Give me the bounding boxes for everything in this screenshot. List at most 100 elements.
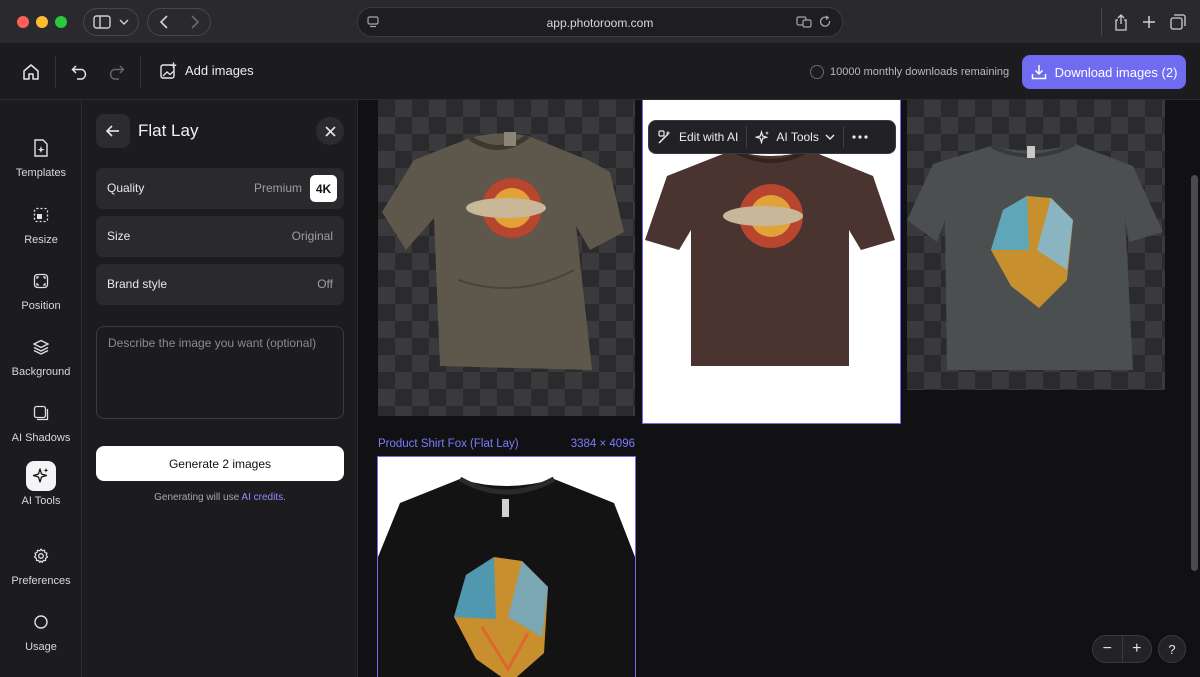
- magic-wand-icon: [658, 130, 671, 144]
- rail-label-position: Position: [21, 300, 61, 312]
- image-caption: Product Shirt Fox (Flat Lay) 3384 × 4096: [378, 438, 635, 450]
- sidebar-icon: [93, 15, 111, 29]
- rail-label-preferences: Preferences: [11, 575, 71, 587]
- undo-button[interactable]: [70, 62, 90, 82]
- downloads-remaining-text: 10000 monthly downloads remaining: [830, 66, 1010, 78]
- template-icon: [34, 139, 48, 157]
- new-tab-icon[interactable]: [1142, 15, 1156, 29]
- image-name: Product Shirt Fox (Flat Lay): [378, 438, 519, 450]
- resize-icon: [33, 207, 49, 223]
- back-nav-icon[interactable]: [159, 15, 169, 29]
- shadow-icon: [33, 405, 49, 421]
- tshirt-image: [382, 132, 624, 370]
- quality-row[interactable]: Quality Premium 4K: [96, 168, 344, 209]
- rail-item-resize[interactable]: Resize: [0, 200, 82, 246]
- rail-label-resize: Resize: [24, 234, 58, 246]
- more-options-button[interactable]: [852, 135, 868, 139]
- tshirt-image: [907, 142, 1163, 370]
- reload-icon[interactable]: [818, 15, 832, 29]
- history-nav: [147, 8, 211, 36]
- rail-label-templates: Templates: [15, 167, 67, 179]
- rail-label-ai-shadows: AI Shadows: [11, 432, 71, 444]
- rail-label-background: Background: [11, 366, 71, 378]
- share-icon[interactable]: [1114, 13, 1128, 31]
- close-icon: [324, 125, 336, 137]
- redo-button[interactable]: [106, 62, 126, 82]
- image-canvas: Product Shirt Fox (Flat Lay) 3384 × 4096…: [358, 100, 1200, 677]
- undo-icon: [71, 65, 87, 80]
- edit-with-ai-button[interactable]: Edit with AI: [657, 129, 738, 145]
- credits-suffix: .: [283, 492, 286, 503]
- arrow-left-icon: [106, 125, 119, 137]
- position-icon: [33, 273, 49, 289]
- rail-item-ai-tools[interactable]: AI Tools: [0, 461, 82, 507]
- rail-item-ai-shadows[interactable]: AI Shadows: [0, 398, 82, 444]
- minimize-window-button[interactable]: [36, 16, 48, 28]
- redo-icon: [109, 65, 125, 80]
- tab-overview-icon[interactable]: [1170, 14, 1186, 30]
- rail-item-position[interactable]: Position: [0, 266, 82, 312]
- edit-with-ai-label: Edit with AI: [679, 130, 739, 144]
- url-text: app.photoroom.com: [546, 16, 654, 30]
- brand-style-value: Off: [317, 277, 333, 291]
- rail-label-ai-tools: AI Tools: [21, 495, 61, 507]
- gear-icon: [33, 548, 49, 563]
- add-images-button[interactable]: Add images: [160, 62, 254, 79]
- close-window-button[interactable]: [17, 16, 29, 28]
- panel-close-button[interactable]: [316, 117, 344, 145]
- rail-item-background[interactable]: Background: [0, 332, 82, 378]
- ai-tools-label: AI Tools: [776, 130, 819, 144]
- credits-prefix: Generating will use: [154, 492, 240, 503]
- ai-credits-link[interactable]: AI credits: [241, 492, 283, 503]
- zoom-window-button[interactable]: [55, 16, 67, 28]
- image-card[interactable]: [377, 456, 636, 677]
- loading-ring-icon: [810, 65, 824, 79]
- address-bar[interactable]: app.photoroom.com: [357, 7, 843, 37]
- size-label: Size: [107, 229, 131, 243]
- quality-4k-badge[interactable]: 4K: [310, 175, 337, 202]
- prompt-input[interactable]: [96, 326, 344, 419]
- credits-note: Generating will use AI credits.: [96, 492, 344, 503]
- usage-ring-icon: [34, 615, 48, 629]
- sparkle-icon: [755, 129, 770, 145]
- quality-value: Premium: [253, 181, 302, 195]
- forward-nav-icon[interactable]: [190, 15, 200, 29]
- browser-chrome: app.photoroom.com: [0, 0, 1200, 44]
- zoom-out-button[interactable]: −: [1093, 636, 1122, 662]
- sidebar-toggle-button[interactable]: [83, 8, 139, 36]
- download-images-button[interactable]: Download images (2): [1022, 55, 1186, 89]
- canvas-scrollbar[interactable]: [1191, 175, 1198, 571]
- image-dimensions: 3384 × 4096: [570, 438, 635, 450]
- home-button[interactable]: [21, 62, 41, 82]
- image-context-bar: Edit with AI AI Tools: [648, 120, 896, 154]
- layers-icon: [33, 339, 49, 355]
- flat-lay-panel: Flat Lay Quality Premium 4K Size Origina…: [82, 100, 358, 677]
- zoom-in-button[interactable]: +: [1121, 636, 1152, 662]
- add-image-icon: [160, 62, 177, 79]
- sparkle-icon: [32, 468, 49, 483]
- panel-back-button[interactable]: [96, 114, 130, 148]
- image-card[interactable]: [378, 100, 635, 416]
- translate-icon[interactable]: [796, 15, 812, 29]
- brand-style-row[interactable]: Brand style Off: [96, 264, 344, 305]
- tshirt-image: [378, 476, 635, 677]
- help-button[interactable]: ?: [1158, 635, 1186, 663]
- rail-item-preferences[interactable]: Preferences: [0, 541, 82, 587]
- brand-style-label: Brand style: [107, 277, 168, 291]
- image-card[interactable]: [907, 100, 1165, 390]
- ai-tools-dropdown[interactable]: AI Tools: [755, 129, 835, 145]
- rail-label-usage: Usage: [25, 641, 57, 653]
- rail-item-templates[interactable]: Templates: [0, 133, 82, 179]
- more-horizontal-icon: [852, 135, 868, 139]
- download-images-label: Download images (2): [1054, 64, 1178, 80]
- chevron-down-icon: [825, 134, 835, 140]
- add-images-label: Add images: [185, 63, 254, 78]
- downloads-remaining: 10000 monthly downloads remaining: [810, 65, 1009, 79]
- panel-title: Flat Lay: [138, 121, 199, 140]
- download-icon: [1031, 65, 1046, 80]
- rail-item-usage[interactable]: Usage: [0, 607, 82, 653]
- size-value: Original: [291, 229, 333, 243]
- size-row[interactable]: Size Original: [96, 216, 344, 257]
- generate-images-button[interactable]: Generate 2 images: [96, 446, 344, 481]
- app-toolbar: Add images 10000 monthly downloads remai…: [0, 44, 1200, 100]
